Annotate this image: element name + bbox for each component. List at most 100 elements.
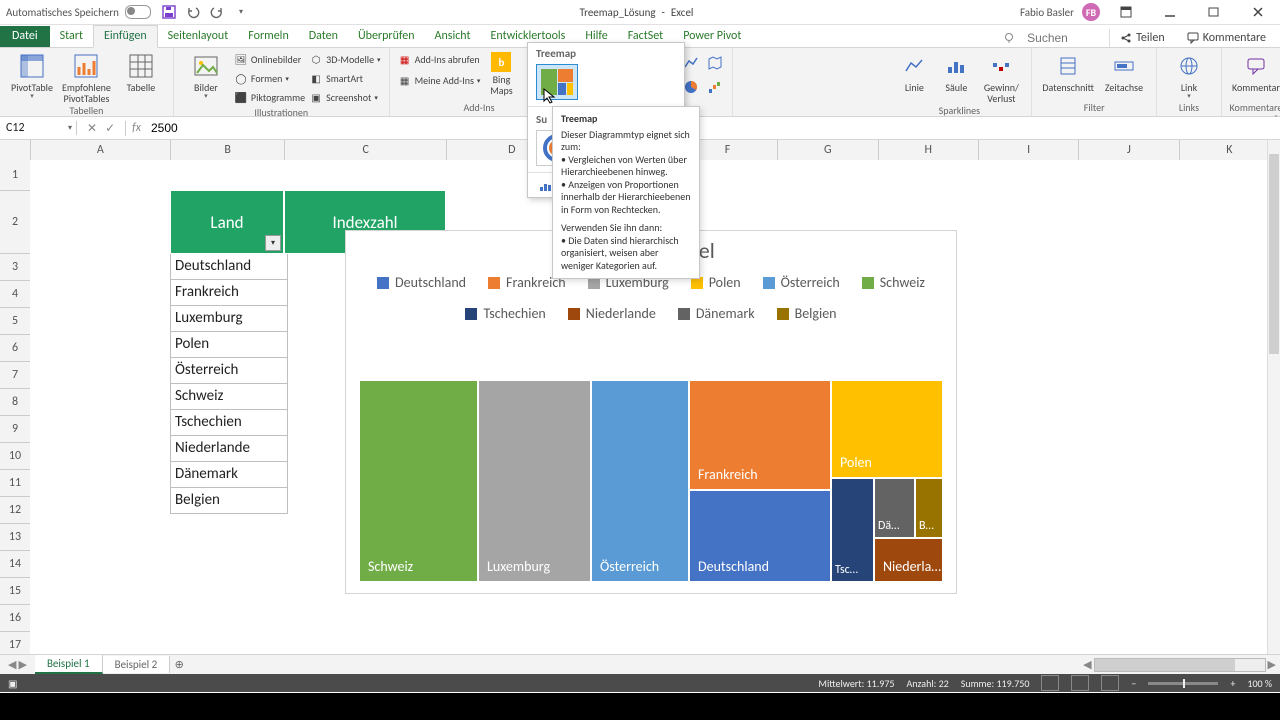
tab-formeln[interactable]: Formeln bbox=[238, 26, 298, 47]
my-addins-button[interactable]: ▦Meine Add-Ins ▾ bbox=[396, 71, 483, 89]
table-button[interactable]: Tabelle bbox=[115, 50, 167, 93]
tell-me-input[interactable] bbox=[1025, 30, 1099, 46]
sparkline-line-button[interactable]: Linie bbox=[893, 50, 935, 93]
legend-item[interactable]: Dänemark bbox=[678, 305, 755, 322]
country-cell[interactable]: Belgien bbox=[170, 488, 288, 514]
get-addins-button[interactable]: ▦Add-Ins abrufen bbox=[396, 50, 483, 68]
country-cell[interactable]: Schweiz bbox=[170, 384, 288, 410]
row-9[interactable]: 9 bbox=[0, 416, 30, 443]
row-14[interactable]: 14 bbox=[0, 551, 30, 578]
collapse-ribbon-icon[interactable]: ˇ bbox=[1274, 112, 1278, 125]
name-box[interactable]: C12 bbox=[0, 121, 77, 135]
map-chart-icon[interactable] bbox=[704, 52, 726, 74]
tab-daten[interactable]: Daten bbox=[299, 26, 348, 47]
autosave-toggle[interactable] bbox=[125, 5, 151, 19]
country-cell[interactable]: Frankreich bbox=[170, 280, 288, 306]
col-J[interactable]: J bbox=[1079, 140, 1179, 160]
row-5[interactable]: 5 bbox=[0, 308, 30, 335]
row-4[interactable]: 4 bbox=[0, 281, 30, 308]
tab-einfugen[interactable]: Einfügen bbox=[93, 25, 158, 48]
treemap-rect-niederlande[interactable]: Niederla… bbox=[875, 539, 942, 581]
avatar[interactable]: FB bbox=[1082, 3, 1100, 21]
hscroll-left[interactable]: ◀ bbox=[1083, 658, 1091, 671]
page-break-view-icon[interactable] bbox=[1101, 675, 1119, 691]
treemap-rect-polen[interactable]: Polen bbox=[832, 381, 942, 477]
row-3[interactable]: 3 bbox=[0, 254, 30, 281]
link-button[interactable]: Link▾ bbox=[1163, 50, 1215, 100]
icons-button[interactable]: ⬛Piktogramme bbox=[232, 88, 307, 106]
row-12[interactable]: 12 bbox=[0, 497, 30, 524]
3d-models-button[interactable]: ⬡3D-Modelle ▾ bbox=[307, 50, 382, 68]
fx-icon[interactable]: fx bbox=[126, 121, 147, 135]
smartart-button[interactable]: ◧SmartArt bbox=[307, 69, 382, 87]
treemap-rect-dänemark[interactable]: Dä… bbox=[875, 479, 914, 537]
comment-button[interactable]: Kommentar bbox=[1228, 50, 1280, 93]
row-17[interactable]: 17 bbox=[0, 632, 30, 654]
country-cell[interactable]: Dänemark bbox=[170, 462, 288, 488]
col-G[interactable]: G bbox=[778, 140, 878, 160]
treemap-rect-deutschland[interactable]: Deutschland bbox=[690, 491, 830, 581]
tab-start[interactable]: Start bbox=[50, 26, 93, 47]
record-macro-icon[interactable]: ▣ bbox=[8, 677, 17, 690]
tab-uberprufen[interactable]: Überprüfen bbox=[348, 26, 425, 47]
row-1[interactable]: 1 bbox=[0, 160, 30, 191]
tab-file[interactable]: Datei bbox=[0, 26, 50, 47]
country-cell[interactable]: Niederlande bbox=[170, 436, 288, 462]
legend-item[interactable]: Niederlande bbox=[568, 305, 656, 322]
hscroll-right[interactable]: ▶ bbox=[1268, 658, 1276, 671]
row-10[interactable]: 10 bbox=[0, 443, 30, 470]
row-8[interactable]: 8 bbox=[0, 389, 30, 416]
select-all-button[interactable] bbox=[0, 140, 31, 160]
pictures-button[interactable]: Bilder▾ bbox=[180, 50, 232, 100]
waterfall-chart-icon[interactable] bbox=[704, 76, 726, 98]
row-16[interactable]: 16 bbox=[0, 605, 30, 632]
timeline-button[interactable]: Zeitachse bbox=[1098, 50, 1150, 93]
tell-me-icon[interactable] bbox=[1003, 32, 1015, 44]
page-layout-view-icon[interactable] bbox=[1071, 675, 1089, 691]
bing-maps-button[interactable]: b Bing Maps bbox=[482, 50, 520, 96]
slicer-button[interactable]: Datenschnitt bbox=[1038, 50, 1098, 93]
enter-formula-icon[interactable]: ✓ bbox=[105, 121, 115, 136]
row-15[interactable]: 15 bbox=[0, 578, 30, 605]
col-B[interactable]: B bbox=[171, 140, 285, 160]
autosave-toggle-area[interactable]: Automatisches Speichern bbox=[6, 5, 157, 19]
horizontal-scrollbar[interactable] bbox=[1094, 658, 1266, 672]
filter-button[interactable]: ▾ bbox=[265, 235, 281, 251]
user-name[interactable]: Fabio Basler bbox=[1020, 6, 1074, 19]
save-icon[interactable] bbox=[161, 4, 177, 20]
shapes-button[interactable]: ◯Formen ▾ bbox=[232, 69, 307, 87]
zoom-slider[interactable] bbox=[1148, 682, 1218, 685]
sparkline-column-button[interactable]: Säule bbox=[935, 50, 977, 93]
chart-legend[interactable]: DeutschlandFrankreichLuxemburgPolenÖster… bbox=[376, 274, 926, 322]
legend-item[interactable]: Schweiz bbox=[862, 274, 925, 291]
vscroll-thumb[interactable] bbox=[1269, 154, 1279, 354]
country-cell[interactable]: Polen bbox=[170, 332, 288, 358]
close-icon[interactable] bbox=[1240, 0, 1276, 24]
country-cell[interactable]: Deutschland bbox=[170, 254, 288, 280]
zoom-in-icon[interactable]: + bbox=[1230, 677, 1235, 690]
sheet-nav[interactable]: ◀▶ bbox=[0, 658, 35, 671]
comments-button[interactable]: Kommentare bbox=[1181, 29, 1272, 47]
normal-view-icon[interactable] bbox=[1041, 675, 1059, 691]
ribbon-display-options-icon[interactable] bbox=[1108, 0, 1144, 24]
qat-customize-icon[interactable]: ▾ bbox=[233, 4, 249, 20]
legend-item[interactable]: Tschechien bbox=[465, 305, 545, 322]
sparkline-winloss-button[interactable]: Gewinn/ Verlust bbox=[977, 50, 1025, 104]
add-sheet-button[interactable]: ⊕ bbox=[170, 658, 188, 671]
row-2[interactable]: 2 bbox=[0, 191, 30, 254]
cancel-formula-icon[interactable]: ✕ bbox=[87, 121, 97, 136]
treemap-rect-österreich[interactable]: Österreich bbox=[592, 381, 688, 581]
online-pictures-button[interactable]: 🖼Onlinebilder bbox=[232, 50, 307, 68]
legend-item[interactable]: Belgien bbox=[777, 305, 837, 322]
legend-item[interactable]: Österreich bbox=[763, 274, 840, 291]
tab-seitenlayout[interactable]: Seitenlayout bbox=[158, 26, 239, 47]
share-button[interactable]: Teilen bbox=[1109, 29, 1171, 47]
treemap-rect-tschechien[interactable]: Tsc… bbox=[832, 479, 873, 581]
formula-input[interactable] bbox=[147, 120, 308, 136]
table-header-land[interactable]: Land ▾ bbox=[170, 190, 284, 254]
legend-item[interactable]: Deutschland bbox=[377, 274, 466, 291]
screenshot-button[interactable]: ▣Screenshot ▾ bbox=[307, 88, 382, 106]
pivot-table-button[interactable]: PivotTable▾ bbox=[6, 50, 58, 100]
undo-icon[interactable] bbox=[185, 4, 201, 20]
col-C[interactable]: C bbox=[285, 140, 447, 160]
